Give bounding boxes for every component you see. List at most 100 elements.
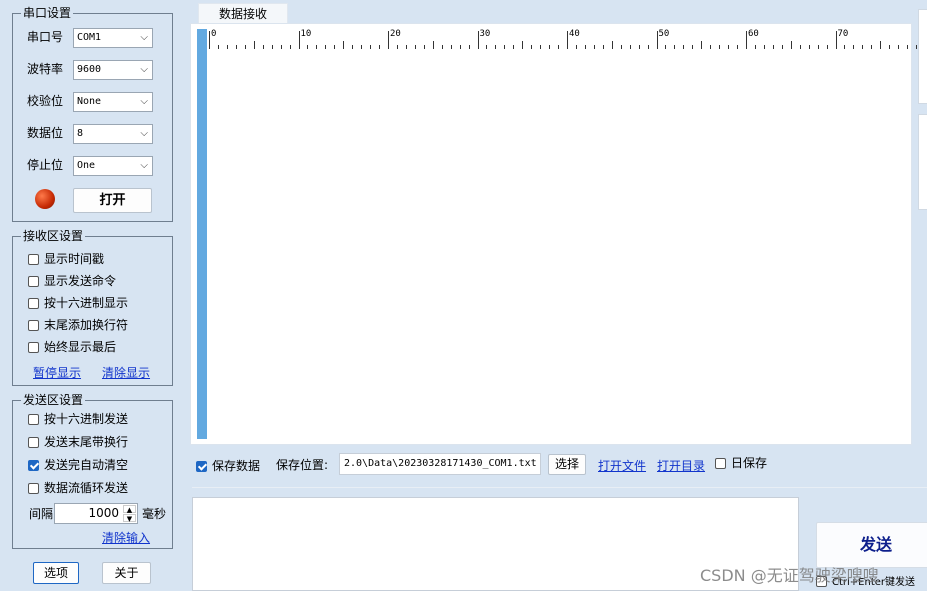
- port-settings-title: 串口设置: [21, 6, 74, 20]
- ruler-tick: [334, 45, 336, 49]
- ruler-tick: [808, 45, 810, 49]
- spin-down-icon[interactable]: ▼: [123, 514, 136, 523]
- ruler-tick: [477, 31, 479, 49]
- ruler-tick: [486, 45, 488, 49]
- show-timestamp-option[interactable]: 显示时间戳: [28, 251, 104, 267]
- port-status-indicator: [35, 189, 55, 209]
- databits-label: 数据位: [27, 126, 64, 140]
- choose-path-button[interactable]: 选择: [548, 454, 586, 475]
- ruler-tick: [262, 45, 264, 49]
- ruler-tick: [781, 45, 783, 49]
- ruler-tick: [862, 45, 864, 49]
- ruler-tick: [719, 45, 721, 49]
- ruler-tick: [611, 41, 613, 49]
- stopbits-label: 停止位: [27, 158, 64, 172]
- parity-select[interactable]: None ⌵: [73, 92, 153, 112]
- save-data-option[interactable]: 保存数据: [196, 458, 260, 474]
- ruler-tick: [638, 45, 640, 49]
- checkbox[interactable]: [28, 483, 39, 494]
- checkbox[interactable]: [28, 254, 39, 265]
- option-label: 显示发送命令: [44, 274, 117, 288]
- ruler-label: 20: [390, 29, 401, 39]
- close-button[interactable]: 关于: [102, 562, 151, 584]
- ruler-tick: [754, 45, 756, 49]
- ruler-tick: [253, 41, 255, 49]
- pause-display-link[interactable]: 暂停显示: [33, 366, 81, 380]
- ruler-tick: [880, 41, 882, 49]
- clear-display-link[interactable]: 清除显示: [102, 366, 150, 380]
- option-label: 保存数据: [212, 459, 261, 473]
- ruler-tick: [728, 45, 730, 49]
- loop-send-option[interactable]: 数据流循环发送: [28, 480, 128, 496]
- spin-up-icon[interactable]: ▲: [123, 505, 136, 514]
- ruler-tick: [396, 45, 398, 49]
- checkbox[interactable]: [28, 437, 39, 448]
- save-location-label: 保存位置:: [276, 458, 329, 472]
- ruler-tick: [468, 45, 470, 49]
- show-send-command-option[interactable]: 显示发送命令: [28, 273, 116, 289]
- hex-send-option[interactable]: 按十六进制发送: [28, 411, 128, 427]
- checkbox[interactable]: [28, 460, 39, 471]
- ruler-tick: [656, 31, 658, 49]
- ruler-label: 30: [479, 29, 491, 39]
- ruler-tick: [531, 45, 533, 49]
- ruler-tick: [701, 41, 703, 49]
- options-button[interactable]: 选项: [33, 562, 79, 584]
- receive-sidebar: [197, 29, 207, 439]
- option-label: 发送末尾带换行: [44, 435, 129, 449]
- ruler-tick: [898, 45, 900, 49]
- hex-display-option[interactable]: 按十六进制显示: [28, 295, 128, 311]
- interval-spinbox[interactable]: 1000 ▲ ▼: [54, 503, 138, 524]
- parity-label: 校验位: [27, 94, 64, 108]
- ruler-tick: [558, 45, 560, 49]
- ruler-tick: [235, 45, 237, 49]
- checkbox[interactable]: [28, 414, 39, 425]
- checkbox[interactable]: [28, 298, 39, 309]
- baud-select[interactable]: 9600 ⌵: [73, 60, 153, 80]
- clear-input-link[interactable]: 清除输入: [102, 531, 150, 545]
- ruler-tick: [388, 31, 389, 49]
- ruler-tick: [674, 45, 676, 49]
- right-panel-card-bottom[interactable]: [918, 114, 927, 210]
- always-show-last-option[interactable]: 始终显示最后: [28, 339, 116, 355]
- ruler-tick: [853, 45, 855, 49]
- ruler-label: 10: [300, 29, 312, 39]
- receive-area[interactable]: 0 10 20 30 40 50 60 70: [190, 23, 918, 445]
- ruler-tick: [871, 45, 873, 49]
- open-port-button[interactable]: 打开: [73, 188, 152, 213]
- ruler-label: 0: [211, 29, 217, 39]
- ruler-tick: [280, 45, 282, 49]
- tab-data-receive[interactable]: 数据接收: [198, 3, 288, 25]
- column-ruler: 0 10 20 30 40 50 60 70: [209, 29, 918, 49]
- send-newline-option[interactable]: 发送末尾带换行: [28, 434, 128, 450]
- port-select[interactable]: COM1 ⌵: [73, 28, 153, 48]
- checkbox[interactable]: [28, 320, 39, 331]
- checkbox[interactable]: [196, 461, 207, 472]
- ruler-tick: [450, 45, 452, 49]
- checkbox[interactable]: [28, 276, 39, 287]
- ruler-tick: [244, 45, 246, 49]
- ruler-tick: [593, 45, 595, 49]
- ruler-tick: [370, 45, 372, 49]
- checkbox[interactable]: [715, 458, 726, 469]
- save-path-field[interactable]: 2.0\Data\20230328171430_COM1.txt: [339, 453, 541, 475]
- checkbox[interactable]: [28, 342, 39, 353]
- open-directory-link[interactable]: 打开目录: [657, 459, 705, 473]
- ruler-tick: [683, 45, 685, 49]
- option-label: 日保存: [731, 456, 768, 470]
- chevron-down-icon: ⌵: [140, 160, 148, 171]
- right-panel-card-top[interactable]: [918, 9, 927, 104]
- ruler-tick: [432, 41, 434, 49]
- send-settings-title: 发送区设置: [21, 393, 86, 407]
- stopbits-select[interactable]: One ⌵: [73, 156, 153, 176]
- ruler-tick: [540, 45, 542, 49]
- port-select-value: COM1: [77, 32, 102, 43]
- ruler-tick: [343, 41, 345, 49]
- ruler-tick: [307, 45, 309, 49]
- auto-clear-option[interactable]: 发送完自动清空: [28, 457, 128, 473]
- databits-select[interactable]: 8 ⌵: [73, 124, 153, 144]
- open-file-link[interactable]: 打开文件: [598, 459, 646, 473]
- append-newline-option[interactable]: 末尾添加换行符: [28, 317, 128, 333]
- chevron-down-icon: ⌵: [140, 128, 148, 139]
- daily-save-option[interactable]: 日保存: [715, 455, 767, 471]
